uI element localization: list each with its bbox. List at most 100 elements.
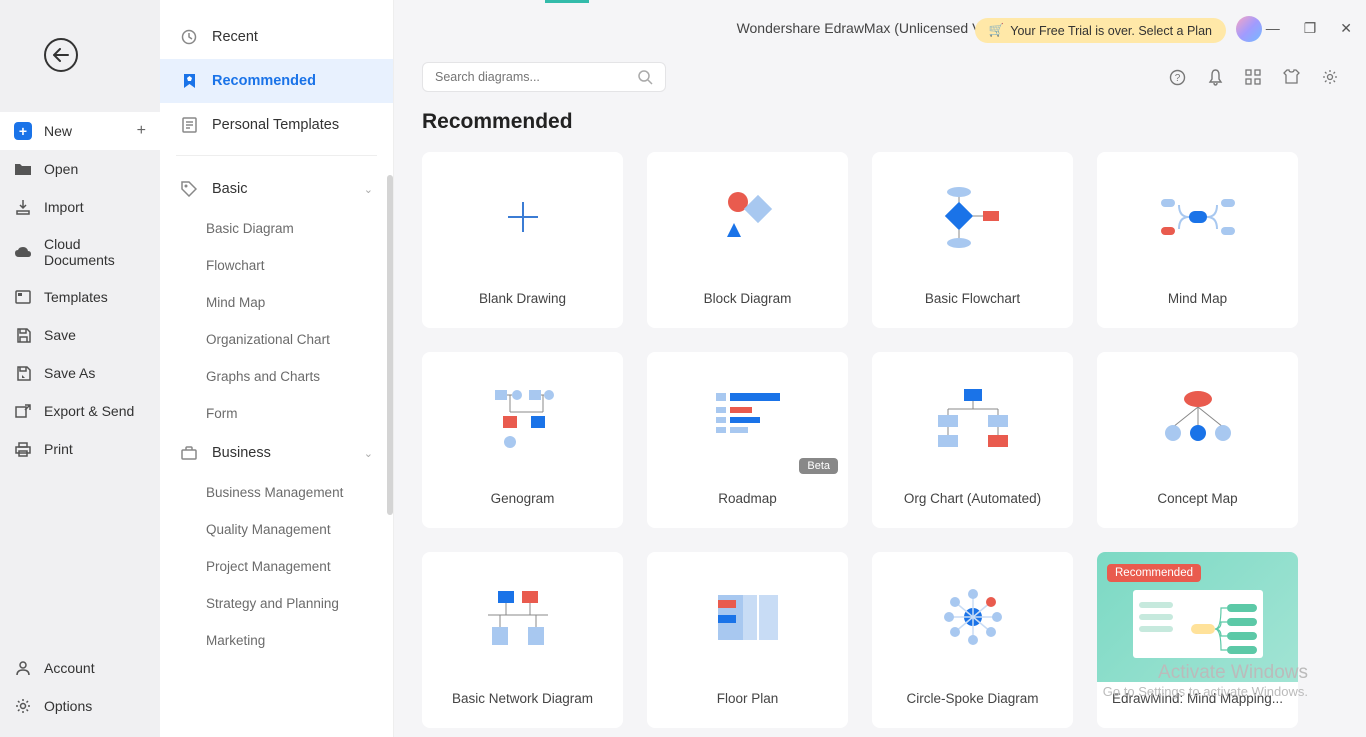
flowchart-icon [933,182,1013,252]
card-basic-flowchart[interactable]: Basic Flowchart [872,152,1073,328]
nav-account[interactable]: Account [0,649,160,687]
cloud-icon [14,243,32,261]
folder-icon [14,160,32,178]
sub-business-management[interactable]: Business Management [160,474,393,511]
nav-cloud-documents[interactable]: Cloud Documents [0,226,160,278]
network-icon [478,585,568,650]
maximize-button[interactable]: ❐ [1304,20,1317,37]
settings-icon[interactable] [1322,69,1338,86]
search-input[interactable] [435,70,637,84]
svg-text:?: ? [1175,73,1181,84]
sub-marketing[interactable]: Marketing [160,622,393,659]
sub-graphs-charts[interactable]: Graphs and Charts [160,358,393,395]
plus-icon [503,197,543,237]
sub-mind-map[interactable]: Mind Map [160,284,393,321]
scrollbar[interactable] [387,175,393,515]
cat-business[interactable]: Business ⌄ [160,432,393,474]
cat-label: Basic [212,181,247,197]
left-sidebar: + New + Open Import Cloud Documents Temp… [0,0,160,737]
nav-label: Save [44,327,76,343]
card-label: Genogram [422,482,623,515]
mindmap-icon [1153,187,1243,247]
nav-options[interactable]: Options [0,687,160,725]
card-genogram[interactable]: Genogram [422,352,623,528]
nav-import[interactable]: Import [0,188,160,226]
chevron-down-icon: ⌄ [364,447,373,460]
card-org-chart[interactable]: Org Chart (Automated) [872,352,1073,528]
nav-templates[interactable]: Templates [0,278,160,316]
sub-strategy-planning[interactable]: Strategy and Planning [160,585,393,622]
briefcase-icon [180,444,198,462]
nav-label: Account [44,660,95,676]
card-basic-network-diagram[interactable]: Basic Network Diagram [422,552,623,728]
nav-label: New [44,123,72,139]
search-icon[interactable] [637,69,653,85]
nav-print[interactable]: Print [0,430,160,468]
export-icon [14,402,32,420]
account-icon [14,659,32,677]
save-as-icon [14,364,32,382]
mid-label: Recent [212,29,258,45]
recommended-badge: Recommended [1107,564,1201,582]
chevron-down-icon: ⌄ [364,183,373,196]
orgchart-icon [928,385,1018,450]
sub-form[interactable]: Form [160,395,393,432]
card-label: Roadmap [647,482,848,515]
card-label: Org Chart (Automated) [872,482,1073,515]
toolbar: ? [394,56,1366,110]
nav-export-send[interactable]: Export & Send [0,392,160,430]
nav-label: Print [44,441,73,457]
card-concept-map[interactable]: Concept Map [1097,352,1298,528]
import-icon [14,198,32,216]
close-button[interactable]: ✕ [1340,20,1352,37]
card-circle-spoke-diagram[interactable]: Circle-Spoke Diagram [872,552,1073,728]
sub-flowchart[interactable]: Flowchart [160,247,393,284]
shirt-icon[interactable] [1283,69,1300,86]
nav-label: Options [44,698,92,714]
mid-label: Personal Templates [212,117,339,133]
cat-basic[interactable]: Basic ⌄ [160,168,393,210]
print-icon [14,440,32,458]
back-button[interactable] [44,38,78,72]
card-roadmap[interactable]: Beta Roadmap [647,352,848,528]
card-edrawmind[interactable]: Recommended EdrawMind: Mind Map [1097,552,1298,728]
gear-icon [14,697,32,715]
sub-organizational-chart[interactable]: Organizational Chart [160,321,393,358]
card-label: Floor Plan [647,682,848,715]
mid-personal-templates[interactable]: Personal Templates [160,103,393,147]
nav-label: Open [44,161,78,177]
avatar[interactable] [1236,16,1262,42]
templates-icon [14,288,32,306]
card-mind-map[interactable]: Mind Map [1097,152,1298,328]
trial-label: Your Free Trial is over. Select a Plan [1010,24,1212,38]
plus-icon[interactable]: + [137,122,146,140]
apps-icon[interactable] [1245,69,1261,86]
minimize-button[interactable]: — [1266,20,1280,37]
card-label: Concept Map [1097,482,1298,515]
arrow-left-icon [53,48,69,62]
nav-save[interactable]: Save [0,316,160,354]
card-blank-drawing[interactable]: Blank Drawing [422,152,623,328]
main-content: Wondershare EdrawMax (Unlicensed Version… [394,0,1366,737]
mid-recommended[interactable]: Recommended [160,59,393,103]
sub-project-management[interactable]: Project Management [160,548,393,585]
nav-new[interactable]: + New + [0,112,160,150]
card-label: Basic Network Diagram [422,682,623,715]
nav-open[interactable]: Open [0,150,160,188]
sub-basic-diagram[interactable]: Basic Diagram [160,210,393,247]
bell-icon[interactable] [1208,69,1223,86]
nav-save-as[interactable]: Save As [0,354,160,392]
card-label: Mind Map [1097,282,1298,315]
card-floor-plan[interactable]: Floor Plan [647,552,848,728]
conceptmap-icon [1153,387,1243,447]
sub-quality-management[interactable]: Quality Management [160,511,393,548]
card-block-diagram[interactable]: Block Diagram [647,152,848,328]
mid-recent[interactable]: Recent [160,15,393,59]
cart-icon: 🛒 [989,23,1005,38]
clock-icon [180,28,198,46]
edrawmind-preview-icon [1123,572,1273,662]
help-icon[interactable]: ? [1169,69,1186,86]
search-box[interactable] [422,62,666,92]
trial-banner[interactable]: 🛒 Your Free Trial is over. Select a Plan [975,18,1226,43]
nav-label: Save As [44,365,95,381]
